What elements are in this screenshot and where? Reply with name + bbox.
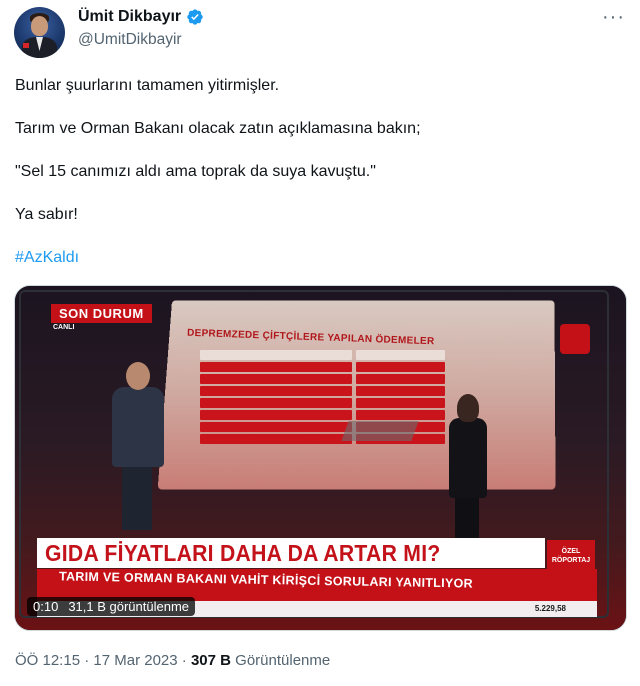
hashtag-link[interactable]: #AzKaldı — [15, 247, 79, 269]
verified-badge-icon — [187, 9, 203, 25]
tweet-date[interactable]: 17 Mar 2023 — [93, 652, 177, 669]
display-name[interactable]: Ümit Dikbayır — [78, 8, 181, 26]
tweet-text-line: Ya sabır! — [15, 206, 78, 223]
views-count[interactable]: 307 B — [191, 652, 231, 669]
ticker-value: 5.229,58 — [534, 604, 566, 613]
presenter-figure — [443, 394, 491, 544]
video-info-badge: 0:10 31,1 B görüntülenme — [27, 597, 196, 616]
views-label: Görüntülenme — [235, 652, 331, 669]
tweet-meta: ÖÖ 12:15 · 17 Mar 2023 · 307 B Görüntüle… — [15, 652, 331, 669]
presenter-figure — [110, 362, 166, 530]
tweet-text-line: Tarım ve Orman Bakanı olacak zatın açıkl… — [15, 120, 421, 137]
live-label: CANLI — [53, 324, 75, 331]
avatar[interactable] — [14, 7, 65, 58]
tweet-text-line: "Sel 15 canımızı aldı ama toprak da suya… — [15, 163, 376, 180]
video-headline: GIDA FİYATLARI DAHA DA ARTAR MI? — [45, 540, 441, 566]
video-player[interactable]: DEPREMZEDE ÇİFTÇİLERE YAPILAN ÖDEMELER S… — [14, 285, 627, 631]
more-icon[interactable]: ··· — [602, 7, 625, 27]
tweet-text-line: Bunlar şuurlarını tamamen yitirmişler. — [15, 77, 280, 94]
special-badge: ÖZEL RÖPORTAJ — [547, 540, 595, 570]
breaking-badge: SON DURUM — [51, 304, 152, 323]
tweet-time[interactable]: ÖÖ 12:15 — [15, 652, 80, 669]
video-duration: 0:10 — [33, 599, 59, 614]
video-views: 31,1 B görüntülenme — [68, 599, 190, 614]
channel-logo — [560, 324, 590, 354]
user-handle[interactable]: @UmitDikbayir — [78, 31, 182, 49]
